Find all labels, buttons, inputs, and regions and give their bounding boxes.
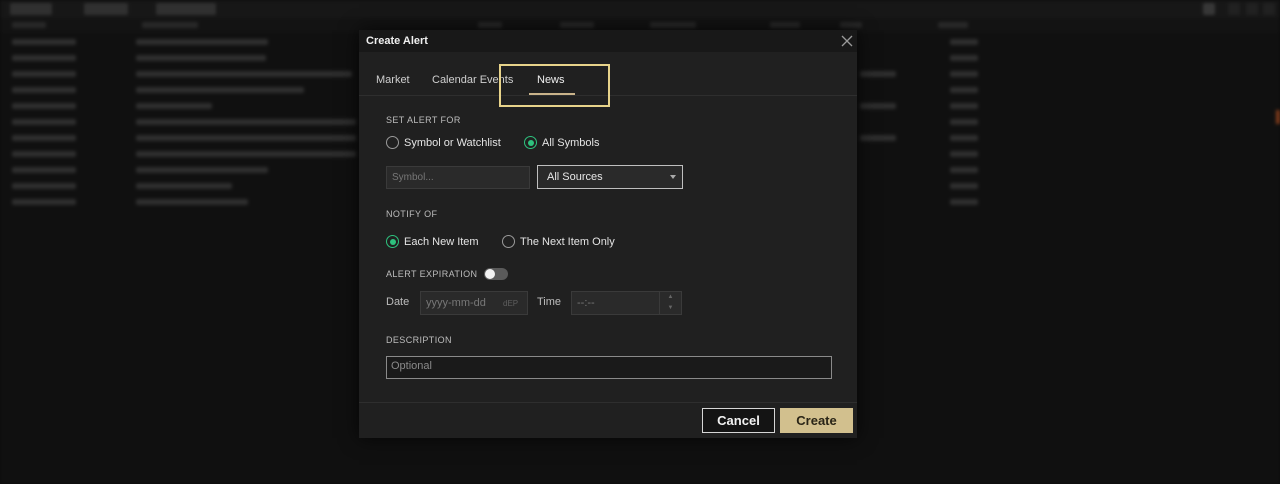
tab-calendar-events[interactable]: Calendar Events [432,74,513,86]
tab-market[interactable]: Market [376,74,410,86]
source-select[interactable]: All Sources [537,165,683,189]
radio-label: All Symbols [542,136,600,149]
radio-label: Symbol or Watchlist [404,136,501,149]
chevron-down-icon [670,175,676,179]
tab-news[interactable]: News [537,74,565,86]
radio-indicator [386,136,399,149]
description-input[interactable] [386,356,832,379]
radio-label: Each New Item [404,235,479,248]
alert-type-tabs: Market Calendar Events News [359,52,857,96]
source-select-value: All Sources [547,171,603,183]
radio-label: The Next Item Only [520,235,615,248]
radio-all-symbols[interactable]: All Symbols [524,136,599,149]
time-stepper: ▲ ▼ [659,292,681,314]
footer-divider [359,402,857,403]
create-button[interactable]: Create [780,408,853,433]
alert-expiration-label: ALERT EXPIRATION [386,269,478,279]
set-alert-for-label: SET ALERT FOR [386,115,461,125]
stepper-down-icon[interactable]: ▼ [660,303,681,314]
radio-indicator [524,136,537,149]
radio-indicator [502,235,515,248]
toggle-knob [485,269,495,279]
active-tab-indicator [529,93,575,95]
radio-indicator [386,235,399,248]
radio-next-item-only[interactable]: The Next Item Only [502,235,615,248]
dialog-title: Create Alert [366,35,428,47]
dialog-header: Create Alert [359,30,857,52]
date-label: Date [386,296,410,308]
symbol-input[interactable] [386,166,530,189]
create-alert-dialog: Create Alert Market Calendar Events News… [359,30,857,438]
expiration-toggle[interactable] [484,268,508,280]
description-label: DESCRIPTION [386,335,452,345]
cancel-button[interactable]: Cancel [702,408,775,433]
time-label: Time [537,296,562,308]
stepper-up-icon[interactable]: ▲ [660,292,681,303]
notify-of-label: NOTIFY OF [386,209,438,219]
radio-each-new-item[interactable]: Each New Item [386,235,479,248]
close-icon[interactable] [839,33,855,49]
date-input-suffix: dEP [503,299,519,308]
radio-symbol-or-watchlist[interactable]: Symbol or Watchlist [386,136,501,149]
